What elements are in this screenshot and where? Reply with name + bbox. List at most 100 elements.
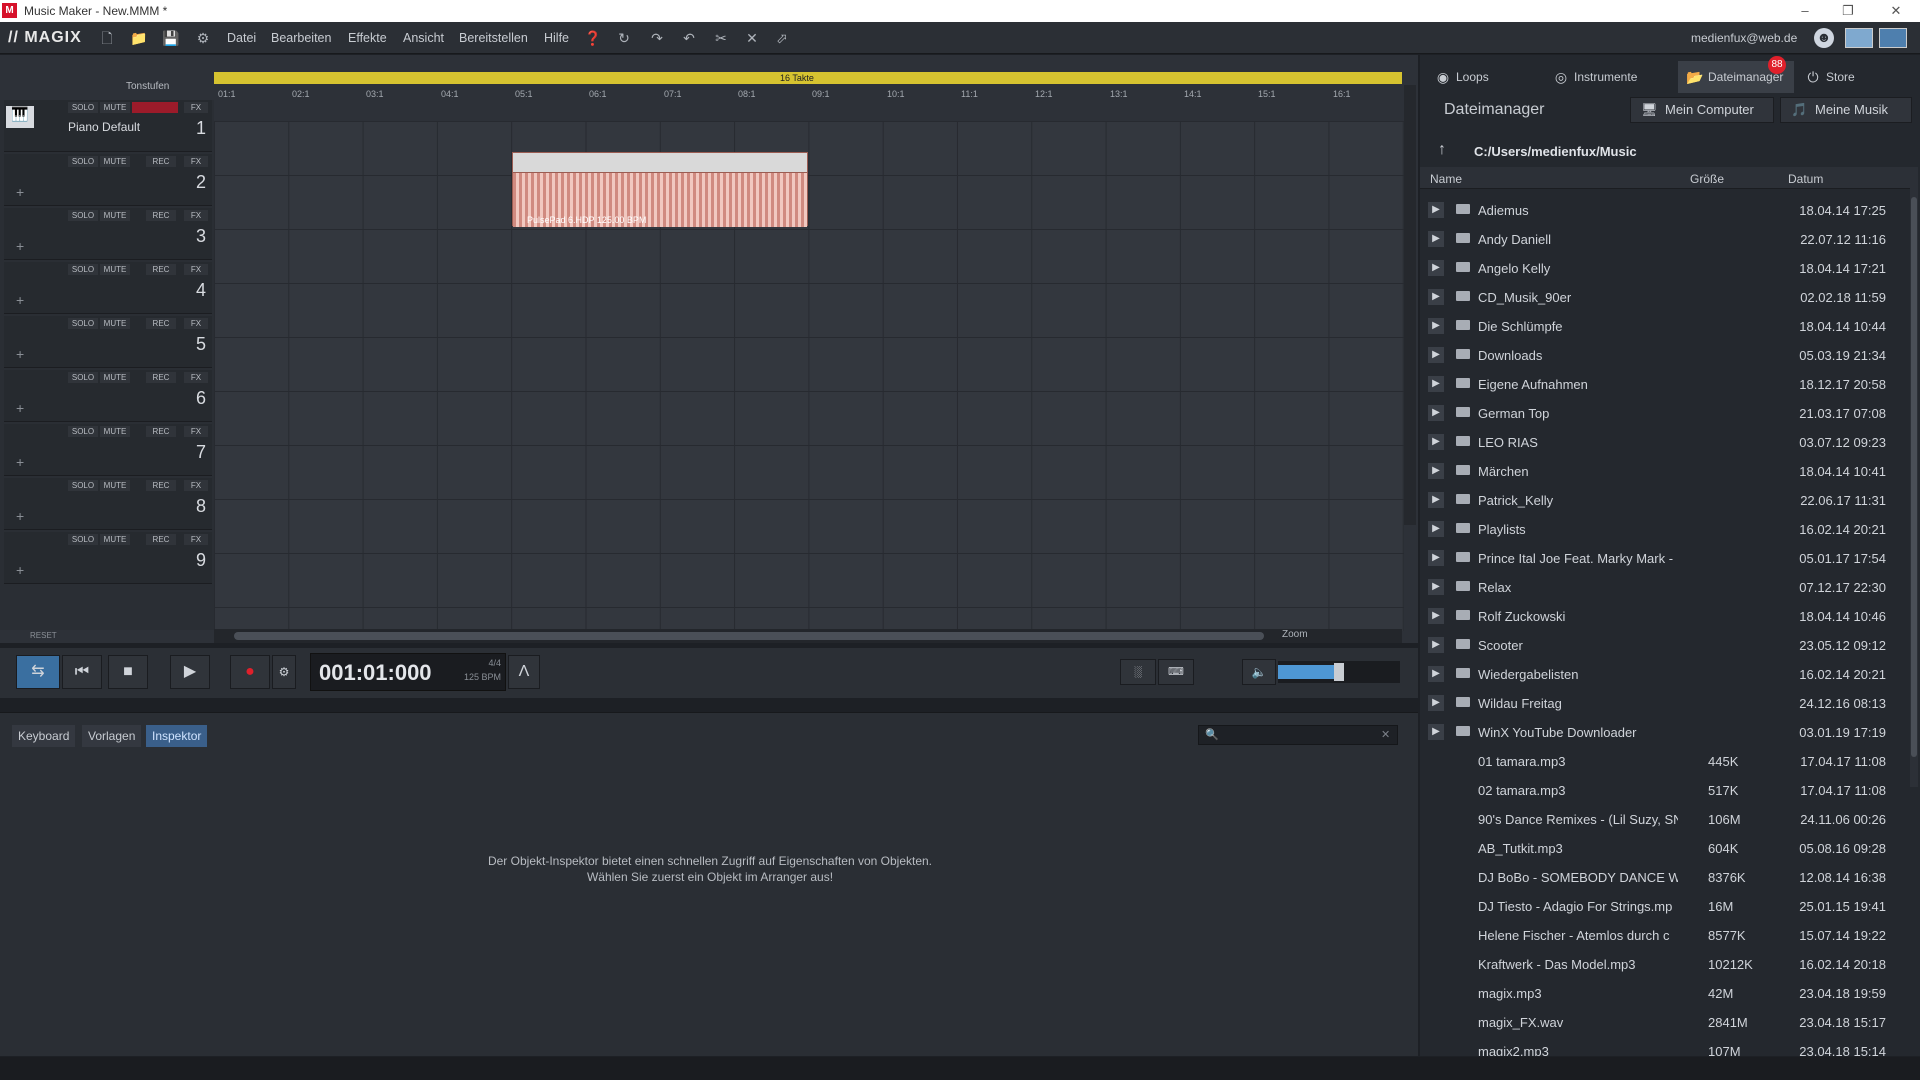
expand-icon[interactable]: ▶ (1428, 637, 1444, 653)
record-button[interactable]: ● (230, 655, 270, 689)
solo-button[interactable]: SOLO (68, 264, 98, 275)
solo-button[interactable]: SOLO (68, 156, 98, 167)
fx-button[interactable]: FX (184, 264, 208, 275)
track-header-5[interactable]: + SOLO MUTE REC FX 5 (4, 316, 212, 368)
mute-button[interactable]: MUTE (100, 426, 130, 437)
tab-inspektor[interactable]: Inspektor (146, 725, 208, 747)
expand-icon[interactable]: ▶ (1428, 434, 1444, 450)
vertical-scrollbar[interactable] (1404, 85, 1416, 525)
keyboard-view-icon[interactable]: ⌨ (1158, 659, 1194, 685)
rewind-button[interactable]: ⏮ (62, 655, 102, 689)
mute-button[interactable]: MUTE (100, 318, 130, 329)
file-row[interactable]: AB_Tutkit.mp3 604K 05.08.16 09:28 (1420, 834, 1910, 863)
folder-row[interactable]: ▶ Prince Ital Joe Feat. Marky Mark - 05.01… (1420, 544, 1910, 573)
column-date[interactable]: Datum (1788, 172, 1823, 186)
file-list-scrollbar[interactable] (1910, 167, 1918, 787)
folder-row[interactable]: ▶ Märchen 18.04.14 10:41 (1420, 457, 1910, 486)
rec-button[interactable]: REC (146, 318, 176, 329)
expand-icon[interactable]: ▶ (1428, 260, 1444, 276)
mute-button[interactable]: MUTE (100, 156, 130, 167)
reset-button[interactable]: RESET (30, 631, 57, 640)
file-row[interactable]: Kraftwerk - Das Model.mp3 10212K 16.02.14 … (1420, 950, 1910, 979)
expand-icon[interactable]: ▶ (1428, 492, 1444, 508)
time-display[interactable]: 001:01:000 4/4 125 BPM (310, 653, 506, 691)
folder-row[interactable]: ▶ Andy Daniell 22.07.12 11:16 (1420, 225, 1910, 254)
redo-icon[interactable]: ↷ (648, 29, 666, 47)
new-file-icon[interactable]: 🗋 (98, 29, 116, 47)
track-header-8[interactable]: + SOLO MUTE REC FX 8 (4, 478, 212, 530)
fx-button[interactable]: FX (184, 534, 208, 545)
mute-button[interactable]: MUTE (100, 102, 130, 113)
panel-toggle-icon[interactable] (1879, 28, 1907, 48)
expand-icon[interactable]: ▶ (1428, 347, 1444, 363)
mute-button[interactable]: MUTE (100, 264, 130, 275)
up-arrow-icon[interactable]: ↑ (1438, 141, 1446, 159)
play-button[interactable]: ▶ (170, 655, 210, 689)
file-row[interactable]: 01 tamara.mp3 445K 17.04.17 11:08 (1420, 747, 1910, 776)
track-header-4[interactable]: + SOLO MUTE REC FX 4 (4, 262, 212, 314)
add-icon[interactable]: + (16, 238, 24, 254)
add-icon[interactable]: + (16, 292, 24, 308)
file-row[interactable]: DJ Tiesto - Adagio For Strings.mp 16M 25.0… (1420, 892, 1910, 921)
solo-button[interactable]: SOLO (68, 480, 98, 491)
loop-icon[interactable]: ↻ (615, 29, 633, 47)
file-row[interactable]: 02 tamara.mp3 517K 17.04.17 11:08 (1420, 776, 1910, 805)
minimize-icon[interactable]: – (1795, 3, 1815, 18)
rec-button[interactable]: REC (132, 102, 178, 113)
rec-button[interactable]: REC (146, 372, 176, 383)
mixer-icon[interactable]: ░ (1120, 659, 1156, 685)
file-row[interactable]: DJ BoBo - SOMEBODY DANCE WI 8376K 12.08.14… (1420, 863, 1910, 892)
expand-icon[interactable]: ▶ (1428, 231, 1444, 247)
scroll-thumb[interactable] (1911, 197, 1917, 757)
folder-row[interactable]: ▶ Playlists 16.02.14 20:21 (1420, 515, 1910, 544)
help-icon[interactable]: ❓ (584, 29, 602, 47)
clear-search-icon[interactable]: ✕ (1381, 728, 1390, 741)
track-header-1[interactable]: 🎹 SOLO MUTE REC FX Piano Default 1 (4, 100, 212, 152)
track-header-3[interactable]: + SOLO MUTE REC FX 3 (4, 208, 212, 260)
loop-button[interactable]: ⇆ (16, 655, 60, 689)
zoom-label[interactable]: Zoom (1282, 629, 1308, 640)
folder-row[interactable]: ▶ Adiemus 18.04.14 17:25 (1420, 196, 1910, 225)
folder-row[interactable]: ▶ Wildau Freitag 24.12.16 08:13 (1420, 689, 1910, 718)
volume-icon[interactable]: 🔈 (1242, 659, 1276, 685)
add-icon[interactable]: + (16, 184, 24, 200)
user-email[interactable]: medienfux@web.de (1691, 31, 1797, 45)
folder-row[interactable]: ▶ WinX YouTube Downloader 03.01.19 17:19 (1420, 718, 1910, 747)
expand-icon[interactable]: ▶ (1428, 695, 1444, 711)
my-computer-button[interactable]: 🖥 Mein Computer (1630, 97, 1774, 123)
add-icon[interactable]: + (16, 508, 24, 524)
folder-row[interactable]: ▶ Rolf Zuckowski 18.04.14 10:46 (1420, 602, 1910, 631)
delete-icon[interactable]: ✕ (743, 29, 761, 47)
mute-button[interactable]: MUTE (100, 210, 130, 221)
folder-row[interactable]: ▶ Relax 07.12.17 22:30 (1420, 573, 1910, 602)
file-row[interactable]: magix2.mp3 107M 23.04.18 15:14 (1420, 1037, 1910, 1056)
fx-button[interactable]: FX (184, 480, 208, 491)
folder-row[interactable]: ▶ German Top 21.03.17 07:08 (1420, 399, 1910, 428)
tab-store[interactable]: ⏻ Store (1796, 61, 1906, 93)
record-settings-icon[interactable]: ⚙ (272, 655, 296, 689)
rec-button[interactable]: REC (146, 480, 176, 491)
add-icon[interactable]: + (16, 400, 24, 416)
layout-toggle-icon[interactable] (1845, 28, 1873, 48)
file-row[interactable]: Helene Fischer - Atemlos durch c 8577K 15.… (1420, 921, 1910, 950)
track-header-9[interactable]: + SOLO MUTE REC FX 9 (4, 532, 212, 584)
tab-instrumente[interactable]: ◎ Instrumente (1544, 61, 1676, 93)
column-name[interactable]: Name (1430, 172, 1462, 186)
piano-icon[interactable]: 🎹 (6, 106, 34, 128)
expand-icon[interactable]: ▶ (1428, 550, 1444, 566)
tab-vorlagen[interactable]: Vorlagen (82, 725, 142, 747)
open-folder-icon[interactable]: 📁 (130, 29, 148, 47)
file-row[interactable]: magix_FX.wav 2841M 23.04.18 15:17 (1420, 1008, 1910, 1037)
tab-loops[interactable]: ◉ Loops (1426, 61, 1542, 93)
menu-hilfe[interactable]: Hilfe (544, 31, 569, 45)
track-header-2[interactable]: + SOLO MUTE REC FX 2 (4, 154, 212, 206)
expand-icon[interactable]: ▶ (1428, 608, 1444, 624)
mute-button[interactable]: MUTE (100, 372, 130, 383)
fx-button[interactable]: FX (184, 156, 208, 167)
expand-icon[interactable]: ▶ (1428, 318, 1444, 334)
rec-button[interactable]: REC (146, 264, 176, 275)
menu-effekte[interactable]: Effekte (348, 31, 387, 45)
my-music-button[interactable]: 🎵 Meine Musik (1780, 97, 1912, 123)
solo-button[interactable]: SOLO (68, 372, 98, 383)
menu-bearbeiten[interactable]: Bearbeiten (271, 31, 331, 45)
